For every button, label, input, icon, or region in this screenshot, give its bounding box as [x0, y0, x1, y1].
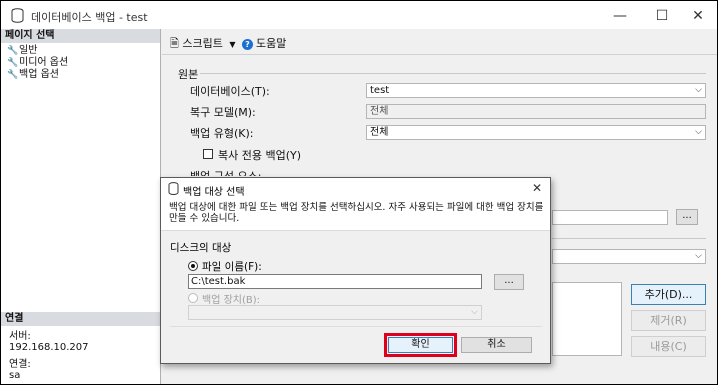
- backup-device-select[interactable]: ⌵: [188, 305, 482, 320]
- script-button[interactable]: 🗎 스크립트 ▼: [170, 35, 236, 54]
- backup-type-value: 전체: [370, 127, 389, 138]
- ok-button[interactable]: 확인: [388, 337, 453, 353]
- connection-value: sa: [9, 370, 21, 381]
- destination-list[interactable]: [552, 282, 622, 356]
- recovery-model-field: 전체: [366, 104, 706, 119]
- backup-to-select[interactable]: ⌵: [552, 249, 706, 264]
- dialog-description-area: 백업 대상에 대한 파일 또는 백업 장치를 선택하십시오. 자주 사용되는 파…: [161, 200, 550, 231]
- chevron-down-icon: ⌵: [695, 85, 702, 95]
- dialog-description: 백업 대상에 대한 파일 또는 백업 장치를 선택하십시오. 자주 사용되는 파…: [169, 202, 544, 224]
- select-backup-destination-dialog: 백업 대상 선택 ✕ 백업 대상에 대한 파일 또는 백업 장치를 선택하십시오…: [160, 177, 551, 364]
- file-name-label: 파일 이름(F):: [202, 261, 262, 273]
- contents-button[interactable]: 내용(C): [631, 336, 706, 357]
- browse-file-button[interactable]: ...: [494, 274, 524, 290]
- window-title: 데이터베이스 백업 - test: [31, 11, 148, 24]
- close-button[interactable]: ✕: [681, 5, 715, 27]
- recovery-model-label: 복구 모델(M):: [190, 106, 256, 119]
- wrench-icon: 🔧: [7, 70, 19, 80]
- nav-item-general[interactable]: 🔧일반: [7, 45, 37, 57]
- page-select-header: 페이지 선택: [1, 29, 160, 43]
- remove-button[interactable]: 제거(R): [631, 310, 706, 331]
- dialog-title: 백업 대상 선택: [183, 187, 245, 198]
- dialog-separator: [170, 326, 542, 327]
- backup-device-radio[interactable]: [188, 293, 198, 303]
- nav-item-label: 미디어 옵션: [19, 57, 69, 68]
- dialog-close-button[interactable]: ✕: [532, 181, 542, 195]
- nav-item-label: 일반: [19, 45, 38, 56]
- wrench-icon: 🔧: [7, 46, 19, 56]
- database-icon: [168, 182, 179, 195]
- backup-type-select[interactable]: 전체 ⌵: [366, 125, 706, 140]
- dialog-title-bar: 백업 대상 선택 ✕: [161, 178, 550, 200]
- maximize-button[interactable]: ☐: [645, 5, 679, 27]
- backup-component-label: 백업 구성 요소:: [190, 168, 261, 176]
- recovery-model-value: 전체: [370, 106, 389, 117]
- help-button[interactable]: ? 도움말: [242, 35, 286, 51]
- help-icon: ?: [242, 38, 253, 50]
- script-icon: 🗎: [170, 37, 179, 50]
- chevron-down-icon: ⌵: [695, 251, 702, 261]
- nav-item-label: 백업 옵션: [19, 69, 59, 80]
- file-name-input[interactable]: C:\test.bak: [188, 274, 482, 289]
- add-button[interactable]: 추가(D)...: [631, 284, 706, 305]
- cancel-button[interactable]: 취소: [461, 337, 532, 353]
- file-name-radio[interactable]: [188, 261, 198, 271]
- backup-type-label: 백업 유형(K):: [190, 127, 254, 140]
- backup-device-label: 백업 장치(B):: [202, 295, 261, 306]
- script-label: 스크립트: [182, 37, 223, 50]
- copy-only-label: 복사 전용 백업(Y): [218, 149, 302, 162]
- database-select[interactable]: test ⌵: [366, 83, 706, 98]
- nav-item-media-options[interactable]: 🔧미디어 옵션: [7, 57, 68, 69]
- left-pane: 페이지 선택 🔧일반 🔧미디어 옵션 🔧백업 옵션 연결 서버: 192.168…: [1, 29, 161, 384]
- nav-item-backup-options[interactable]: 🔧백업 옵션: [7, 69, 59, 81]
- destination-browse-button[interactable]: ...: [676, 209, 698, 225]
- database-value: test: [370, 85, 390, 96]
- destination-field[interactable]: [552, 210, 668, 225]
- database-label: 데이터베이스(T):: [190, 85, 270, 98]
- minimize-button[interactable]: —: [603, 5, 637, 27]
- chevron-down-icon: ⌵: [471, 307, 478, 317]
- source-group-label: 원본: [178, 68, 199, 81]
- database-icon: [11, 8, 24, 23]
- toolbar: 🗎 스크립트 ▼ ? 도움말: [162, 29, 717, 55]
- copy-only-checkbox[interactable]: [203, 149, 213, 159]
- chevron-down-icon: ▼: [229, 40, 236, 49]
- title-bar: 데이터베이스 백업 - test — ☐ ✕: [1, 1, 717, 29]
- connection-label: 연결:: [9, 359, 31, 370]
- chevron-down-icon: ⌵: [695, 127, 702, 137]
- connection-header: 연결: [1, 312, 160, 326]
- help-label: 도움말: [256, 37, 287, 50]
- destination-separator: [552, 238, 706, 239]
- server-value: 192.168.10.207: [9, 342, 89, 353]
- source-separator: [200, 73, 706, 74]
- disk-target-label: 디스크의 대상: [170, 242, 232, 254]
- wrench-icon: 🔧: [7, 58, 19, 68]
- server-label: 서버:: [9, 331, 31, 342]
